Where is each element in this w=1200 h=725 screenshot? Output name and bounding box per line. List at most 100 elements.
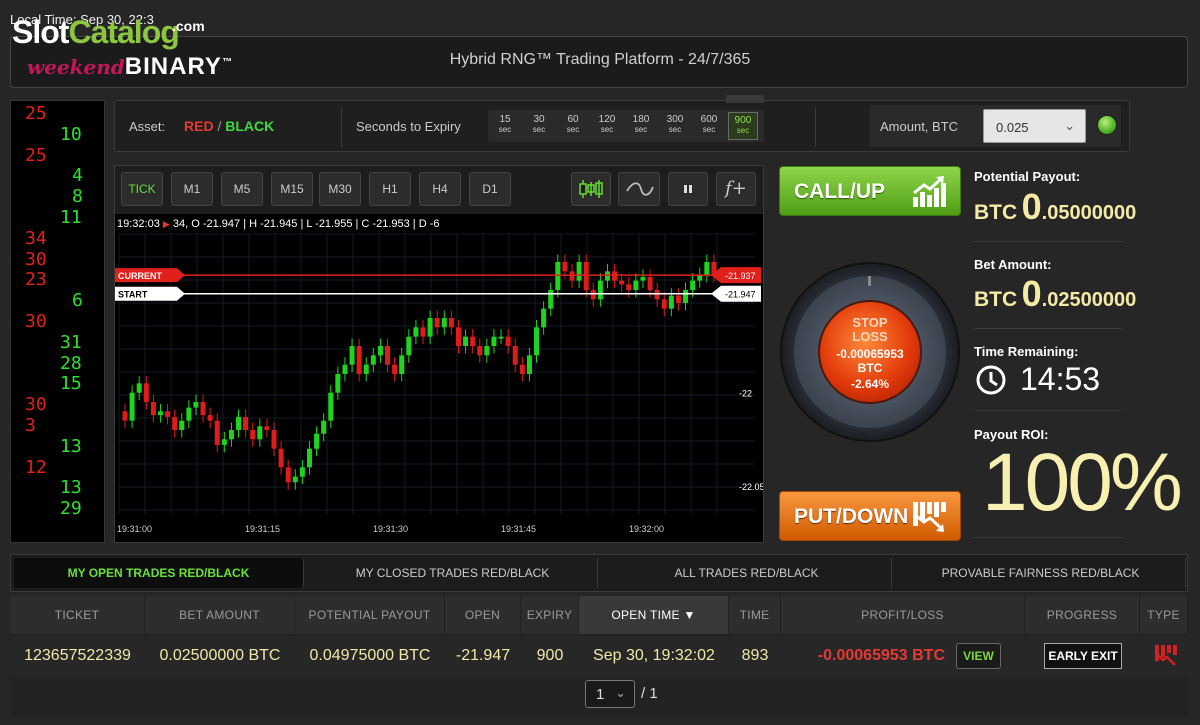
candle-body xyxy=(434,318,440,328)
view-button[interactable]: VIEW xyxy=(956,643,1001,669)
result-ticker: 25 10 25 4 8 11 34 30 23 6 30 31 28 15 30 3 13 12 13 29 xyxy=(10,100,105,543)
line-chart-icon[interactable] xyxy=(618,172,660,206)
cell-ticket: 123657522339 xyxy=(24,647,131,664)
bet-currency: BTC xyxy=(974,288,1018,311)
candlestick-chart[interactable]: CURRENT START -21.937 -21.947 -22 -22.05 19:31… xyxy=(115,214,763,542)
indicator-icon[interactable]: f+ xyxy=(716,172,756,206)
expiry-seconds: 300 xyxy=(666,114,684,125)
candle-body xyxy=(413,327,419,337)
tab-3[interactable]: PROVABLE FAIRNESS RED/BLACK xyxy=(896,558,1186,588)
cell-open: -21.947 xyxy=(455,647,511,664)
candle-body xyxy=(292,476,298,483)
candle-body xyxy=(179,420,185,430)
ticker-number: 13 xyxy=(60,477,82,499)
candle-body xyxy=(697,275,703,281)
candle-body xyxy=(420,327,426,337)
dial-tick xyxy=(868,276,871,286)
candle-body xyxy=(299,467,305,477)
candle-body xyxy=(555,262,561,290)
candle-body xyxy=(221,439,227,445)
trading-app: weekendBINARY™ Hybrid RNG™ Trading Platf… xyxy=(0,0,1200,725)
current-value: -21.937 xyxy=(725,271,756,281)
candle-body xyxy=(505,336,511,346)
expiry-seconds: 600 xyxy=(700,114,718,125)
expiry-option[interactable]: 120 sec xyxy=(592,112,622,140)
candle-body xyxy=(228,430,234,440)
early-exit-button[interactable]: EARLY EXIT xyxy=(1044,643,1122,669)
timeframe-m1[interactable]: M1 xyxy=(171,172,213,206)
y-tick-label: -22 xyxy=(739,389,752,399)
chart-toolbar: f+ TICK M1 M5 M15 M30 H1 H4 D1 xyxy=(115,166,763,214)
candle-body xyxy=(448,318,454,328)
tab-1[interactable]: MY CLOSED TRADES RED/BLACK xyxy=(308,558,598,588)
timeframe-tick[interactable]: TICK xyxy=(121,172,163,206)
expiry-option[interactable]: 600 sec xyxy=(694,112,724,140)
put-down-button[interactable]: PUT/DOWN xyxy=(779,491,961,541)
candle-body xyxy=(477,346,483,356)
candle-body xyxy=(207,415,213,421)
candle-body xyxy=(193,402,199,408)
expiry-option[interactable]: 15 sec xyxy=(490,112,520,140)
chart-panel: f+ TICK M1 M5 M15 M30 H1 H4 D1 19:32:03 ▶ 34, O… xyxy=(114,165,764,543)
expiry-unit: sec xyxy=(736,126,750,135)
timeframe-d1[interactable]: D1 xyxy=(469,172,511,206)
trend-down-icon xyxy=(1155,645,1177,666)
page-select[interactable]: 1 ⌄ xyxy=(585,680,635,708)
cell-time: 893 xyxy=(741,647,769,664)
tab-0[interactable]: MY OPEN TRADES RED/BLACK xyxy=(14,558,304,588)
expiry-seconds: 60 xyxy=(567,114,579,125)
timeframe-h1[interactable]: H1 xyxy=(369,172,411,206)
table-header: TICKET BET AMOUNT POTENTIAL PAYOUT OPEN EXPI… xyxy=(10,596,1188,634)
asset-label: Asset: xyxy=(129,119,166,134)
candle-body xyxy=(427,318,433,337)
call-up-button[interactable]: CALL/UP xyxy=(779,166,961,216)
expiry-option[interactable]: 300 sec xyxy=(660,112,690,140)
expiry-option[interactable]: 900 sec xyxy=(728,112,758,140)
payout-int: 0 xyxy=(1021,186,1042,227)
candle-body xyxy=(498,336,504,339)
candle-body xyxy=(640,276,646,281)
expiry-option[interactable]: 60 sec xyxy=(558,112,588,140)
timeframe-m15[interactable]: M15 xyxy=(271,172,313,206)
start-label: START xyxy=(118,290,148,300)
tab-2[interactable]: ALL TRADES RED/BLACK xyxy=(602,558,892,588)
expiry-seconds: 15 xyxy=(499,114,511,125)
ticker-number: 28 xyxy=(60,352,82,374)
candle-body xyxy=(470,336,476,346)
call-label: CALL/UP xyxy=(794,180,885,203)
candle-body xyxy=(675,295,681,304)
expiry-option[interactable]: 180 sec xyxy=(626,112,656,140)
candle-body xyxy=(335,374,341,393)
asset-value[interactable]: RED / BLACK xyxy=(184,118,274,134)
platform-title: Hybrid RNG™ Trading Platform - 24/7/365 xyxy=(449,51,751,68)
asset-red: RED xyxy=(184,118,214,134)
expiry-seconds: 180 xyxy=(632,114,650,125)
y-tick-label: -22.05 xyxy=(739,482,763,492)
asset-black: BLACK xyxy=(225,118,275,134)
chevron-down-icon: ⌄ xyxy=(615,685,626,700)
column-header[interactable]: OPEN TIME ▼ xyxy=(579,596,729,634)
column-header: POTENTIAL PAYOUT xyxy=(295,596,445,634)
pause-icon[interactable] xyxy=(668,172,708,206)
candles-icon[interactable] xyxy=(571,172,611,206)
amount-select[interactable]: 0.025 ⌄ xyxy=(983,109,1086,143)
watermark-suffix: .com xyxy=(172,18,205,34)
stop-loss-line2: LOSS xyxy=(852,329,888,344)
candle-body xyxy=(363,364,369,374)
candle-body xyxy=(548,290,554,309)
candle-body xyxy=(399,355,405,374)
expiry-unit: sec xyxy=(702,125,716,134)
candle-body xyxy=(200,402,206,416)
payout-currency: BTC xyxy=(974,201,1018,224)
expiry-option[interactable]: 30 sec xyxy=(524,112,554,140)
timeframe-m5[interactable]: M5 xyxy=(221,172,263,206)
stop-loss-percent: -2.64% xyxy=(850,377,890,391)
timeframe-h4[interactable]: H4 xyxy=(419,172,461,206)
ticker-number: 31 xyxy=(60,331,82,353)
column-header: TICKET xyxy=(10,596,145,634)
divider xyxy=(815,107,816,147)
stop-loss-button[interactable]: STOP LOSS -0.00065953 BTC -2.64% xyxy=(818,300,922,404)
candle-body xyxy=(597,280,603,300)
candle-body xyxy=(704,262,710,276)
timeframe-m30[interactable]: M30 xyxy=(319,172,361,206)
